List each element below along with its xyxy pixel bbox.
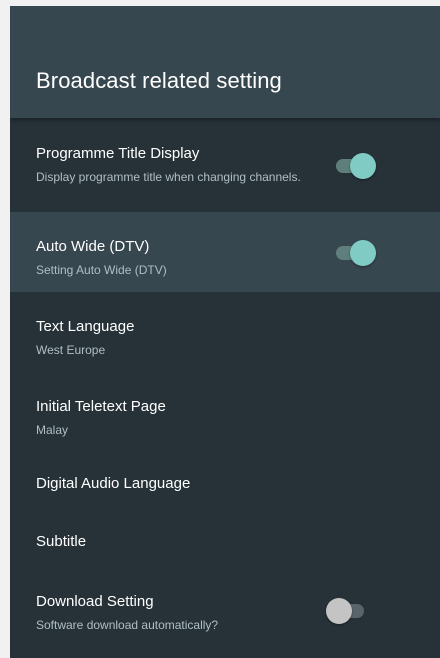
setting-item-title: Programme Title Display: [36, 145, 200, 162]
setting-item-subtitle: Software download automatically?: [36, 618, 219, 632]
toggle-thumb: [350, 240, 376, 266]
setting-item-download-setting[interactable]: Download Setting Software download autom…: [10, 568, 440, 658]
panel-header: Broadcast related setting: [10, 6, 440, 118]
setting-item-title: Text Language: [36, 318, 135, 335]
toggle-thumb: [326, 598, 352, 624]
setting-item-subtitle: West Europe: [36, 343, 106, 357]
setting-item-digital-audio-language[interactable]: Digital Audio Language: [10, 450, 440, 508]
setting-item-subtitle: Display programme title when changing ch…: [36, 170, 301, 184]
toggle-thumb: [350, 153, 376, 179]
setting-item-subtitle: Malay: [36, 423, 69, 437]
setting-item-programme-title-display[interactable]: Programme Title Display Display programm…: [10, 118, 440, 212]
page-title: Broadcast related setting: [36, 68, 282, 93]
programme-title-display-toggle[interactable]: [336, 153, 376, 179]
setting-item-subtitle: Setting Auto Wide (DTV): [36, 263, 167, 277]
setting-item-initial-teletext-page[interactable]: Initial Teletext Page Malay: [10, 372, 440, 450]
setting-item-title: Subtitle: [36, 533, 87, 550]
setting-item-text-language[interactable]: Text Language West Europe: [10, 292, 440, 372]
auto-wide-dtv-toggle[interactable]: [336, 240, 376, 266]
setting-item-title: Initial Teletext Page: [36, 398, 166, 415]
setting-item-title: Auto Wide (DTV): [36, 238, 150, 255]
setting-item-title: Download Setting: [36, 593, 154, 610]
setting-item-title: Digital Audio Language: [36, 475, 191, 492]
settings-panel: Broadcast related setting Programme Titl…: [10, 6, 440, 658]
download-setting-toggle[interactable]: [326, 598, 366, 624]
setting-item-subtitle-setting[interactable]: Subtitle: [10, 508, 440, 568]
setting-item-auto-wide-dtv[interactable]: Auto Wide (DTV) Setting Auto Wide (DTV): [10, 212, 440, 292]
